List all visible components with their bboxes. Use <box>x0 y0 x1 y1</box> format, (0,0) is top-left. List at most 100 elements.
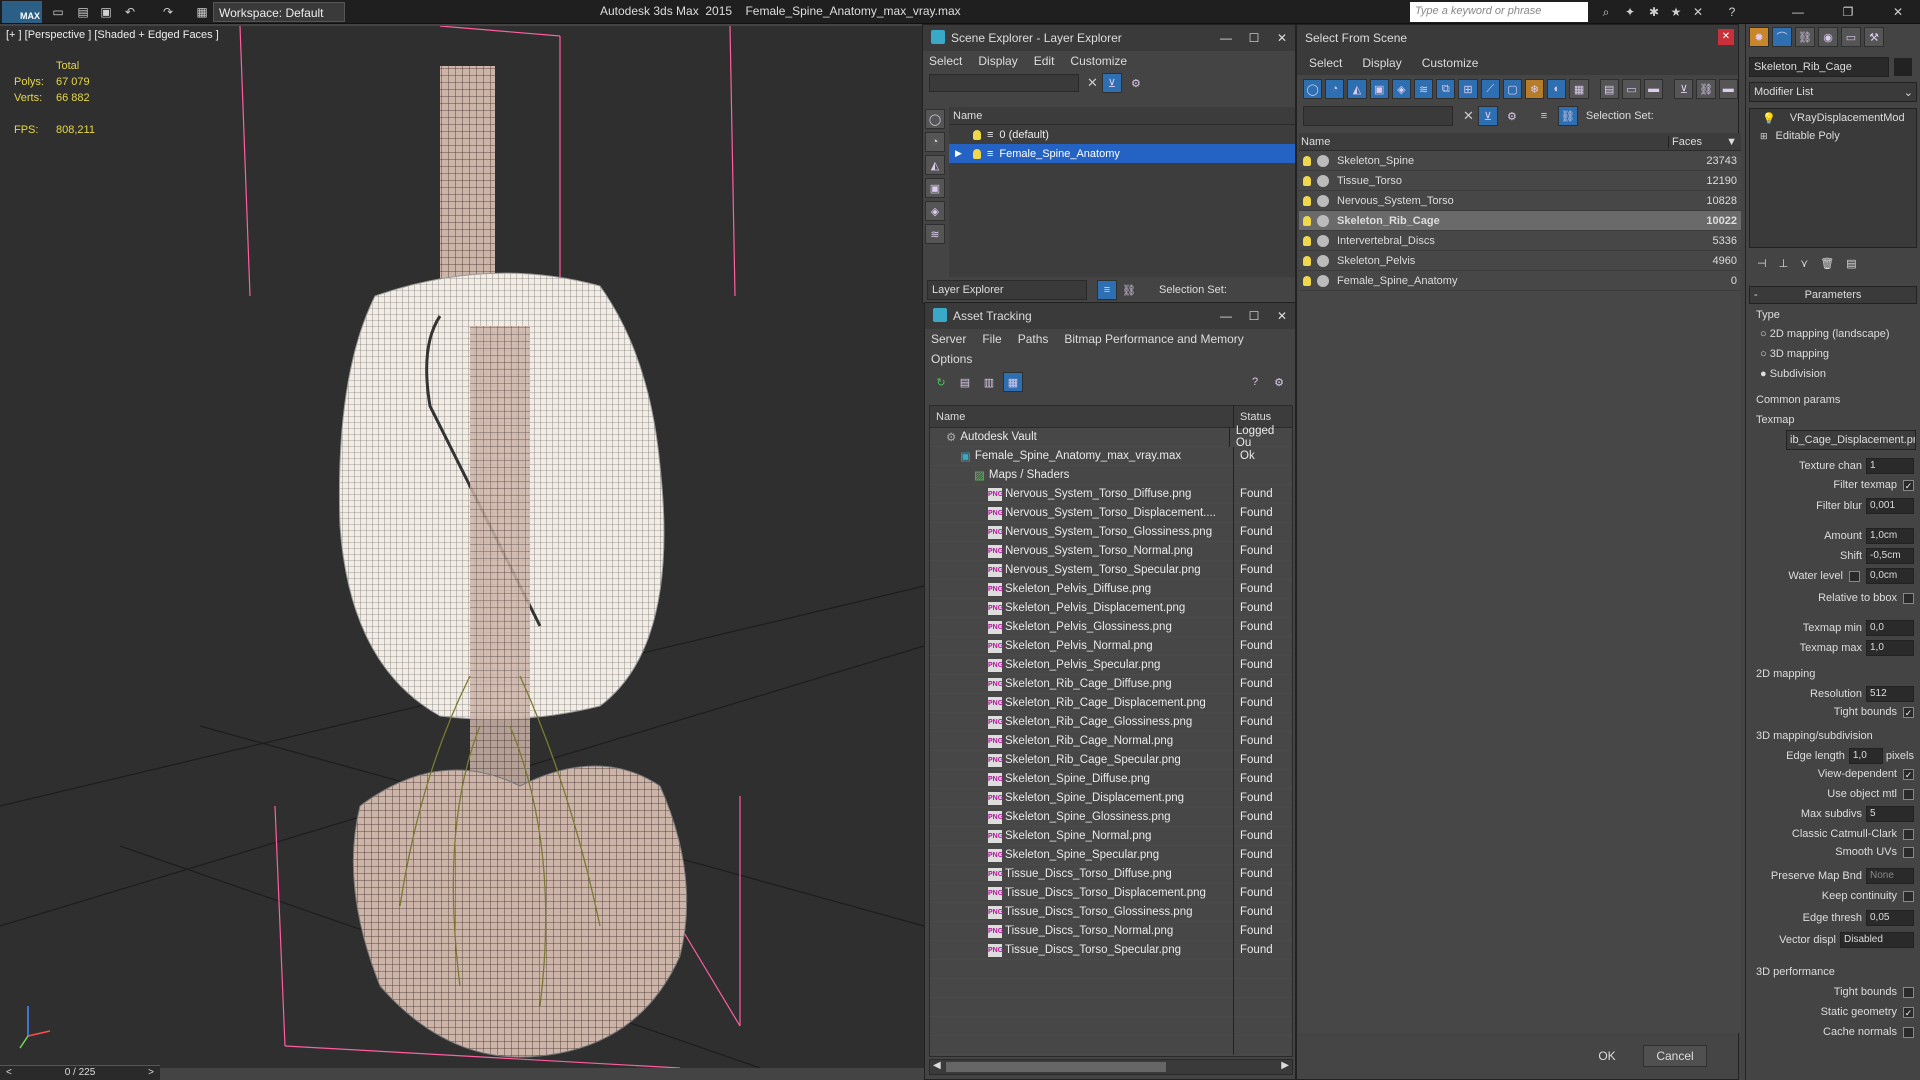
display-spacewarps-icon[interactable]: ≋ <box>925 224 945 244</box>
asset-row[interactable]: PNG Tissue_Discs_Torso_Displacement.png Fo… <box>930 883 1292 903</box>
asset-row[interactable]: PNG Tissue_Discs_Torso_Specular.png Found <box>930 940 1292 960</box>
asset-row[interactable]: PNG Nervous_System_Torso_Displacement....… <box>930 503 1292 523</box>
asset-row[interactable]: PNG Nervous_System_Torso_Diffuse.png Found <box>930 484 1292 504</box>
pin-stack-icon[interactable]: ⊣ <box>1757 257 1767 270</box>
object-row[interactable]: Skeleton_Rib_Cage 10022 <box>1299 211 1741 231</box>
radio-3d-mapping[interactable]: ○ 3D mapping <box>1760 344 1890 364</box>
perspective-viewport[interactable]: [+ ] [Perspective ] [Shaded + Edged Face… <box>0 26 924 1068</box>
static-geometry-checkbox[interactable]: ✓ <box>1903 1006 1914 1018</box>
smooth-uvs-checkbox[interactable] <box>1903 846 1914 858</box>
motion-tab-icon[interactable]: ◉ <box>1818 27 1838 47</box>
menu-file[interactable]: File <box>982 332 1001 346</box>
light-bulb-icon[interactable] <box>1303 195 1311 206</box>
display-helpers-icon[interactable]: ◈ <box>925 201 945 221</box>
restore-icon[interactable]: ❐ <box>1840 4 1856 20</box>
shift-spinner[interactable]: -0,5cm <box>1866 548 1914 564</box>
object-row[interactable]: Tissue_Torso 12190 <box>1299 171 1741 191</box>
clear-search-icon[interactable]: ✕ <box>1087 75 1098 91</box>
pelvis-model[interactable] <box>352 765 688 1058</box>
filter-shapes-icon[interactable]: ◔ <box>1325 79 1345 99</box>
asset-row[interactable]: PNG Skeleton_Pelvis_Glossiness.png Found <box>930 617 1292 637</box>
filter-bones-icon[interactable]: ⟋ <box>1480 79 1500 99</box>
asset-row[interactable]: PNG Skeleton_Rib_Cage_Normal.png Found <box>930 731 1292 751</box>
account-icon[interactable]: ✱ <box>1646 4 1662 20</box>
remove-modifier-icon[interactable]: 🗑 <box>1820 257 1834 270</box>
asset-row[interactable]: ⚙ Autodesk Vault Logged Ou <box>930 425 1292 449</box>
vector-displ-dropdown[interactable]: Disabled <box>1840 932 1914 948</box>
menu-options[interactable]: Options <box>931 352 972 366</box>
help-icon[interactable]: ? <box>1245 372 1265 392</box>
select-all-icon[interactable]: ▤ <box>1599 79 1619 99</box>
object-row[interactable]: Skeleton_Spine 23743 <box>1299 151 1741 171</box>
radio-2d-mapping[interactable]: ○ 2D mapping (landscape) <box>1760 324 1890 344</box>
scrollbar-thumb[interactable] <box>946 1062 1166 1072</box>
object-row[interactable]: Skeleton_Pelvis 4960 <box>1299 251 1741 271</box>
filter-icon[interactable]: ⊻ <box>1101 73 1122 93</box>
radio-subdivision[interactable]: ● Subdivision <box>1760 364 1890 384</box>
menu-edit[interactable]: Edit <box>1034 54 1055 68</box>
asset-row[interactable]: PNG Skeleton_Rib_Cage_Displacement.png Fou… <box>930 693 1292 713</box>
asset-row[interactable]: PNG Nervous_System_Torso_Glossiness.png Fo… <box>930 522 1292 542</box>
menu-bitmap-performance[interactable]: Bitmap Performance and Memory <box>1064 332 1243 346</box>
column-status[interactable]: Status <box>1234 411 1271 423</box>
collapse-icon[interactable]: ▬ <box>1718 79 1738 99</box>
expand-plus-icon[interactable]: ⊞ <box>1760 131 1768 142</box>
asset-row[interactable]: PNG Tissue_Discs_Torso_Glossiness.png Foun… <box>930 902 1292 922</box>
sort-down-icon[interactable]: ▼ <box>1726 136 1737 148</box>
filter-lights-icon[interactable]: ◭ <box>1347 79 1367 99</box>
texmap-min-spinner[interactable]: 0,0 <box>1866 620 1914 636</box>
show-end-result-icon[interactable]: ⊥ <box>1779 257 1789 270</box>
modify-tab-icon[interactable]: ⌒ <box>1772 27 1792 47</box>
asset-row[interactable]: PNG Skeleton_Spine_Specular.png Found <box>930 845 1292 865</box>
utilities-tab-icon[interactable]: ⚒ <box>1864 27 1884 47</box>
menu-paths[interactable]: Paths <box>1018 332 1049 346</box>
explorer-type-dropdown[interactable]: Layer Explorer <box>927 280 1087 300</box>
menu-customize[interactable]: Customize <box>1422 56 1479 70</box>
filter-cameras-icon[interactable]: ▣ <box>1369 79 1389 99</box>
asset-row[interactable]: PNG Nervous_System_Torso_Specular.png Foun… <box>930 560 1292 580</box>
asset-row[interactable]: PNG Skeleton_Pelvis_Displacement.png Found <box>930 598 1292 618</box>
display-shapes-icon[interactable]: ◔ <box>925 132 945 152</box>
stack-item[interactable]: ⊞ Editable Poly <box>1750 127 1916 145</box>
collapse-icon[interactable]: - <box>1754 287 1758 303</box>
app-logo[interactable]: MAX <box>2 1 42 23</box>
display-geometry-icon[interactable]: ◯ <box>925 109 945 129</box>
water-level-checkbox[interactable] <box>1849 570 1860 582</box>
stack-item[interactable]: 💡 VRayDisplacementMod <box>1750 109 1916 127</box>
find-settings-icon[interactable]: ⚙ <box>1502 106 1522 126</box>
menu-select[interactable]: Select <box>929 54 962 68</box>
light-bulb-icon[interactable] <box>1303 175 1311 186</box>
filter-groups-icon[interactable]: ⧉ <box>1436 79 1456 99</box>
amount-spinner[interactable]: 1,0cm <box>1866 528 1914 544</box>
find-input[interactable] <box>1303 106 1453 126</box>
asset-row[interactable]: PNG Skeleton_Spine_Displacement.png Found <box>930 788 1292 808</box>
asset-row[interactable]: PNG Skeleton_Spine_Normal.png Found <box>930 826 1292 846</box>
asset-row[interactable]: PNG Skeleton_Pelvis_Diffuse.png Found <box>930 579 1292 599</box>
favorites-icon[interactable]: ★ <box>1668 4 1684 20</box>
tight-bounds-checkbox[interactable]: ✓ <box>1903 706 1914 718</box>
hierarchy-icon[interactable]: ⛓ <box>1696 79 1716 99</box>
water-level-spinner[interactable]: 0,0cm <box>1866 568 1914 584</box>
column-name[interactable]: Name <box>1299 135 1669 148</box>
filter-blur-spinner[interactable]: 0,001 <box>1866 498 1914 514</box>
workspace-dropdown[interactable]: Workspace: Default <box>213 2 345 22</box>
clear-search-icon[interactable]: ✕ <box>1463 108 1474 124</box>
list-view-icon[interactable]: ▤ <box>955 372 975 392</box>
keep-continuity-checkbox[interactable] <box>1903 890 1914 902</box>
edge-length-spinner[interactable]: 1,0 <box>1848 748 1883 764</box>
max-subdivs-spinner[interactable]: 5 <box>1866 806 1914 822</box>
light-bulb-icon[interactable] <box>1303 255 1311 266</box>
detail-view-icon[interactable]: ▥ <box>979 372 999 392</box>
scroll-right-icon[interactable]: ▶ <box>1281 1060 1289 1071</box>
asset-row[interactable]: PNG Skeleton_Pelvis_Specular.png Found <box>930 655 1292 675</box>
close-icon[interactable]: ✕ <box>1890 4 1906 20</box>
asset-row[interactable]: ▨ Maps / Shaders <box>930 465 1292 485</box>
menu-select[interactable]: Select <box>1309 56 1342 70</box>
layer-mode-icon[interactable]: ≡ <box>1097 280 1117 300</box>
filter-xrefs-icon[interactable]: ⊞ <box>1458 79 1478 99</box>
asset-tracking-titlebar[interactable]: Asset Tracking — ☐ ✕ <box>925 303 1295 329</box>
asset-row[interactable]: PNG Nervous_System_Torso_Normal.png Found <box>930 541 1292 561</box>
close-icon[interactable]: ✕ <box>1718 29 1734 45</box>
asset-row[interactable]: PNG Tissue_Discs_Torso_Diffuse.png Found <box>930 864 1292 884</box>
asset-row[interactable]: ▣ Female_Spine_Anatomy_max_vray.max Ok <box>930 446 1292 466</box>
